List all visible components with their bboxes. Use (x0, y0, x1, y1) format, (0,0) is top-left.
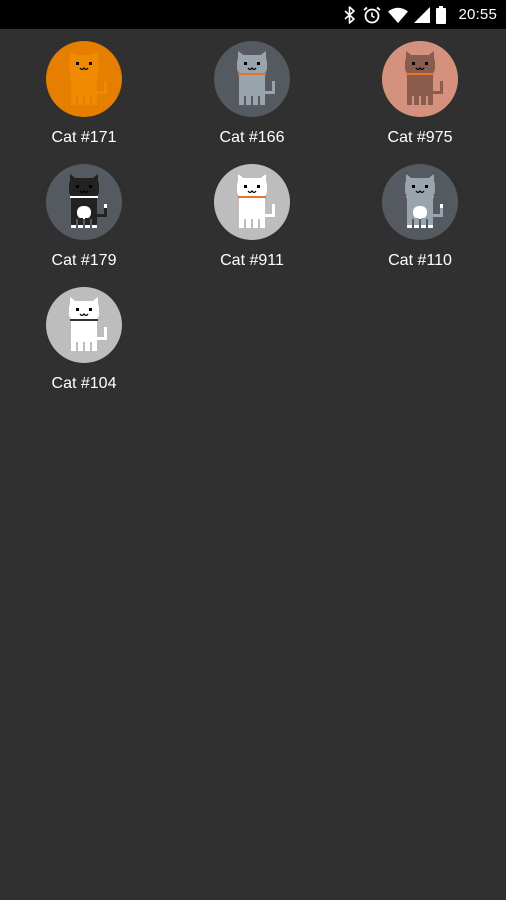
cat-icon (237, 51, 275, 105)
status-clock: 20:55 (458, 6, 497, 23)
cat-tile[interactable]: Cat #171 (0, 29, 168, 152)
cat-name: Cat #171 (51, 129, 117, 146)
cat-avatar[interactable] (382, 164, 458, 240)
cat-icon (405, 51, 443, 105)
cat-tile[interactable]: Cat #110 (336, 152, 504, 275)
battery-icon (436, 5, 447, 24)
cat-avatar[interactable] (46, 41, 122, 117)
cat-icon (69, 51, 107, 105)
cat-name: Cat #179 (51, 252, 117, 269)
cat-name: Cat #166 (219, 129, 285, 146)
alarm-icon (362, 5, 382, 25)
cat-avatar[interactable] (382, 41, 458, 117)
wifi-icon (388, 7, 409, 23)
cat-tile[interactable]: Cat #166 (168, 29, 336, 152)
cat-name: Cat #975 (387, 129, 453, 146)
status-icons: 20:55 (344, 5, 497, 25)
cat-name: Cat #104 (51, 375, 117, 392)
cat-icon (237, 174, 275, 228)
cat-name: Cat #911 (220, 252, 284, 269)
cat-tile[interactable]: Cat #179 (0, 152, 168, 275)
cat-tile[interactable]: Cat #104 (0, 275, 168, 398)
cellular-signal-icon (414, 6, 431, 23)
status-bar: 20:55 (0, 0, 506, 29)
cat-avatar[interactable] (214, 164, 290, 240)
cat-tile[interactable]: Cat #911 (168, 152, 336, 275)
cat-avatar[interactable] (46, 164, 122, 240)
cat-avatar[interactable] (46, 287, 122, 363)
cat-icon (405, 174, 443, 228)
cat-name: Cat #110 (388, 252, 452, 269)
cat-icon (69, 174, 107, 228)
cat-tile[interactable]: Cat #975 (336, 29, 504, 152)
cat-avatar[interactable] (214, 41, 290, 117)
bluetooth-icon (344, 5, 356, 24)
cat-icon (69, 297, 107, 351)
